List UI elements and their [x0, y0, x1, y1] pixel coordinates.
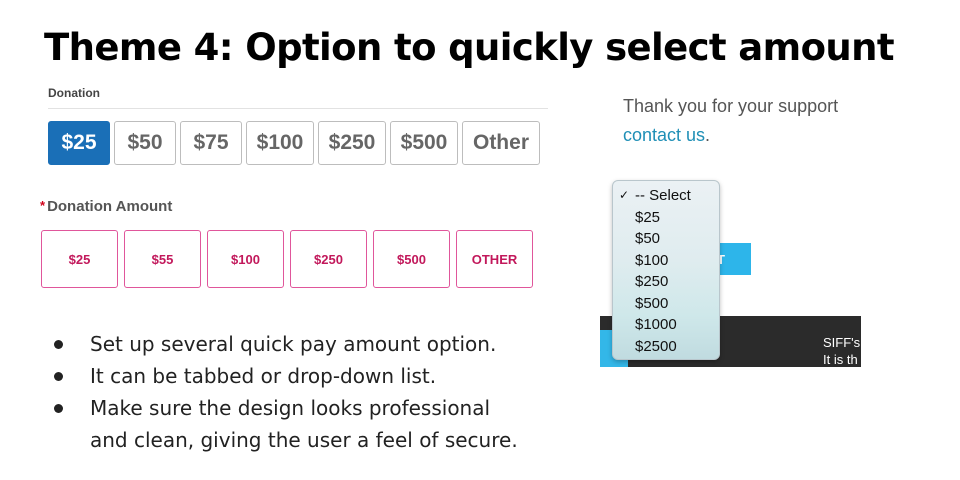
- amount-option-55[interactable]: $55: [124, 230, 201, 288]
- donation-amount-button-group: $25 $55 $100 $250 $500 OTHER: [41, 230, 533, 288]
- dropdown-option-2500[interactable]: $2500: [613, 336, 719, 358]
- amount-button-50[interactable]: $50: [114, 121, 176, 165]
- bullet-list: Set up several quick pay amount option. …: [50, 328, 518, 456]
- amount-button-25[interactable]: $25: [48, 121, 110, 165]
- bullet-item: Set up several quick pay amount option.: [50, 328, 518, 360]
- contact-us-link[interactable]: contact us: [623, 125, 705, 145]
- dropdown-option-50[interactable]: $50: [613, 228, 719, 250]
- footer-line-1: SIFF's: [823, 335, 861, 350]
- amount-option-500[interactable]: $500: [373, 230, 450, 288]
- donation-label: Donation: [48, 86, 100, 100]
- amount-option-250[interactable]: $250: [290, 230, 367, 288]
- contact-period: .: [705, 125, 711, 145]
- dropdown-option-select[interactable]: ✓ -- Select: [613, 185, 719, 207]
- checkmark-icon: ✓: [619, 188, 630, 202]
- dropdown-option-250[interactable]: $250: [613, 271, 719, 293]
- thanks-message: Thank you for your support contact us.: [623, 92, 873, 150]
- divider: [48, 108, 548, 109]
- bullet-text: Set up several quick pay amount option.: [90, 332, 497, 356]
- amount-button-250[interactable]: $250: [318, 121, 386, 165]
- donation-amount-label: * Donation Amount: [40, 198, 172, 215]
- bullet-dot: [54, 372, 63, 381]
- dropdown-option-1000[interactable]: $1000: [613, 314, 719, 336]
- slide-title: Theme 4: Option to quickly select amount: [44, 26, 895, 69]
- amount-button-100[interactable]: $100: [246, 121, 314, 165]
- bullet-text-continued: and clean, giving the user a feel of sec…: [90, 428, 518, 452]
- footer-line-2: It is th: [823, 352, 858, 367]
- donation-tab-group: $25 $50 $75 $100 $250 $500 Other: [48, 121, 540, 165]
- amount-button-75[interactable]: $75: [180, 121, 242, 165]
- bullet-text: It can be tabbed or drop-down list.: [90, 364, 437, 388]
- dropdown-option-500[interactable]: $500: [613, 293, 719, 315]
- dropdown-option-100[interactable]: $100: [613, 250, 719, 272]
- dropdown-option-25[interactable]: $25: [613, 207, 719, 229]
- bullet-item: It can be tabbed or drop-down list.: [50, 360, 518, 392]
- amount-option-other[interactable]: OTHER: [456, 230, 533, 288]
- bullet-text: Make sure the design looks professional: [90, 396, 491, 420]
- contact-line: contact us.: [623, 121, 873, 150]
- amount-button-500[interactable]: $500: [390, 121, 458, 165]
- amount-option-100[interactable]: $100: [207, 230, 284, 288]
- bullet-item: Make sure the design looks professional a…: [50, 392, 518, 456]
- donation-amount-label-text: Donation Amount: [47, 198, 173, 215]
- footer-text: SIFF's It is th: [823, 334, 860, 367]
- required-marker: *: [40, 198, 46, 213]
- bullet-dot: [54, 340, 63, 349]
- amount-dropdown-list[interactable]: ✓ -- Select $25 $50 $100 $250 $500 $1000 …: [612, 180, 720, 360]
- amount-button-other[interactable]: Other: [462, 121, 540, 165]
- amount-option-25[interactable]: $25: [41, 230, 118, 288]
- dropdown-option-label: -- Select: [635, 187, 691, 204]
- thanks-text: Thank you for your support: [623, 96, 839, 116]
- bullet-dot: [54, 404, 63, 413]
